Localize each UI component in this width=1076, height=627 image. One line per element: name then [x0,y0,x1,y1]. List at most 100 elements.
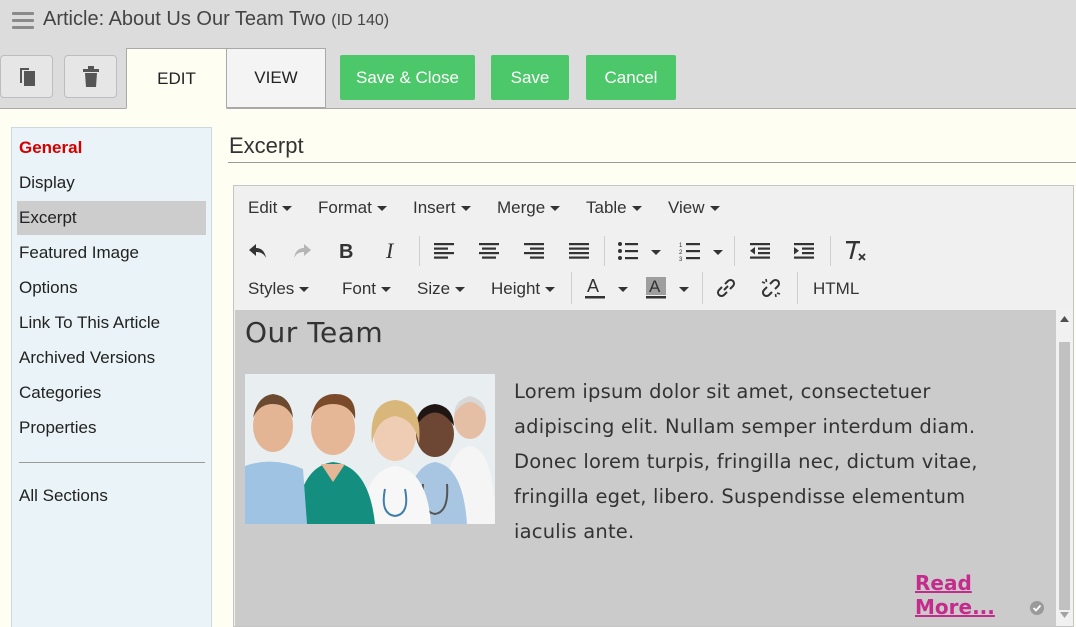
sidebar-item-link[interactable]: Link To This Article [17,306,206,340]
font-label: Font [342,279,377,298]
bullet-list-button[interactable] [616,240,640,262]
numbered-list-button[interactable]: 123 [678,240,702,262]
trash-icon [82,65,99,87]
sidebar-item-excerpt[interactable]: Excerpt [17,201,206,235]
menu-format-label: Format [318,198,372,217]
article-title: Article: About Us Our Team Two [43,8,326,30]
sidebar-item-properties[interactable]: Properties [17,411,206,445]
tab-view[interactable]: VIEW [226,48,326,108]
outdent-button[interactable] [748,240,772,262]
remove-link-button[interactable] [759,276,783,300]
size-dropdown[interactable]: Size [417,279,466,299]
bullet-list-dropdown[interactable] [650,246,662,258]
toolbar-separator [604,236,605,266]
sidebar-item-display[interactable]: Display [17,166,206,200]
scroll-up-icon [1060,316,1069,322]
article-id: (ID 140) [331,12,390,29]
save-close-button[interactable]: Save & Close [340,55,475,100]
delete-button[interactable] [64,55,117,98]
scrollbar-thumb[interactable] [1059,342,1070,610]
editor-content-area[interactable]: Our Team Lorem ipsum dolor sit amet, con… [235,310,1057,626]
text-color-dropdown[interactable] [617,283,629,295]
font-dropdown[interactable]: Font [342,279,392,299]
italic-button[interactable]: I [380,239,404,263]
svg-text:3: 3 [679,257,683,261]
sidebar-item-general[interactable]: General [17,131,206,165]
clear-formatting-button[interactable] [844,239,868,263]
caret-down-icon [381,287,392,293]
background-color-dropdown[interactable] [678,283,690,295]
caret-down-icon [460,206,471,212]
caret-down-icon [550,206,561,212]
svg-text:B: B [339,241,353,261]
menu-insert[interactable]: Insert [413,198,471,218]
caret-down-icon [679,286,689,292]
align-right-icon [524,243,544,259]
indent-button[interactable] [792,240,816,262]
toolbar-separator [571,272,572,304]
sidebar-item-archived-versions[interactable]: Archived Versions [17,341,206,375]
action-toolbar: EDIT VIEW Save & Close Save Cancel [0,48,1076,109]
caret-down-icon [631,206,642,212]
sidebar-item-options[interactable]: Options [17,271,206,305]
save-button[interactable]: Save [491,55,569,100]
bold-button[interactable]: B [334,239,358,263]
menu-icon[interactable] [12,12,34,30]
clear-formatting-icon [846,241,866,261]
height-dropdown[interactable]: Height [491,279,556,299]
menu-table[interactable]: Table [586,198,642,218]
svg-text:2: 2 [679,250,683,256]
menu-format[interactable]: Format [318,198,387,218]
page-title: Article: About Us Our Team Two (ID 140) [43,8,389,31]
caret-down-icon [455,287,466,293]
sidebar-item-categories[interactable]: Categories [17,376,206,410]
text-color-icon: A [585,276,605,299]
text-color-button[interactable]: A [583,276,607,300]
svg-text:1: 1 [679,243,683,249]
html-source-button[interactable]: HTML [813,279,859,299]
section-divider [228,162,1076,163]
justify-button[interactable] [567,240,591,262]
cancel-button[interactable]: Cancel [586,55,676,100]
outdent-icon [750,243,770,259]
editor-scrollbar[interactable] [1056,310,1073,626]
unlink-icon [761,278,781,298]
undo-icon [249,244,266,258]
bullet-list-icon [618,242,638,260]
redo-icon [294,244,311,258]
title-bar: Article: About Us Our Team Two (ID 140) [0,0,1076,48]
styles-label: Styles [248,279,295,298]
align-left-button[interactable] [432,240,456,262]
redo-button[interactable] [290,239,314,263]
tab-view-label: VIEW [254,68,298,87]
toolbar-separator [734,236,735,266]
sidebar-item-all-sections[interactable]: All Sections [17,479,206,513]
copy-button[interactable] [0,55,53,98]
align-right-button[interactable] [522,240,546,262]
svg-text:A: A [649,277,661,296]
italic-icon: I [385,241,395,261]
undo-button[interactable] [246,239,270,263]
numbered-list-icon: 123 [679,243,700,261]
caret-down-icon [376,206,387,212]
tab-edit[interactable]: EDIT [126,48,227,109]
caret-down-icon [618,286,628,292]
align-center-icon [479,243,499,259]
insert-link-button[interactable] [714,276,738,300]
menu-merge-label: Merge [497,198,546,217]
menu-view[interactable]: View [668,198,720,218]
size-label: Size [417,279,451,298]
numbered-list-dropdown[interactable] [712,246,724,258]
sidebar-item-featured-image[interactable]: Featured Image [17,236,206,270]
content-heading: Our Team [245,316,384,349]
menu-view-label: View [668,198,705,217]
menu-merge[interactable]: Merge [497,198,561,218]
styles-dropdown[interactable]: Styles [248,279,310,299]
align-center-button[interactable] [477,240,501,262]
indent-icon [794,243,814,259]
team-photo [245,374,495,524]
svg-text:I: I [385,241,395,261]
menu-edit[interactable]: Edit [248,198,293,218]
rich-text-editor: Edit Format Insert Merge Table View B I … [233,185,1074,627]
background-color-button[interactable]: A [644,276,668,300]
